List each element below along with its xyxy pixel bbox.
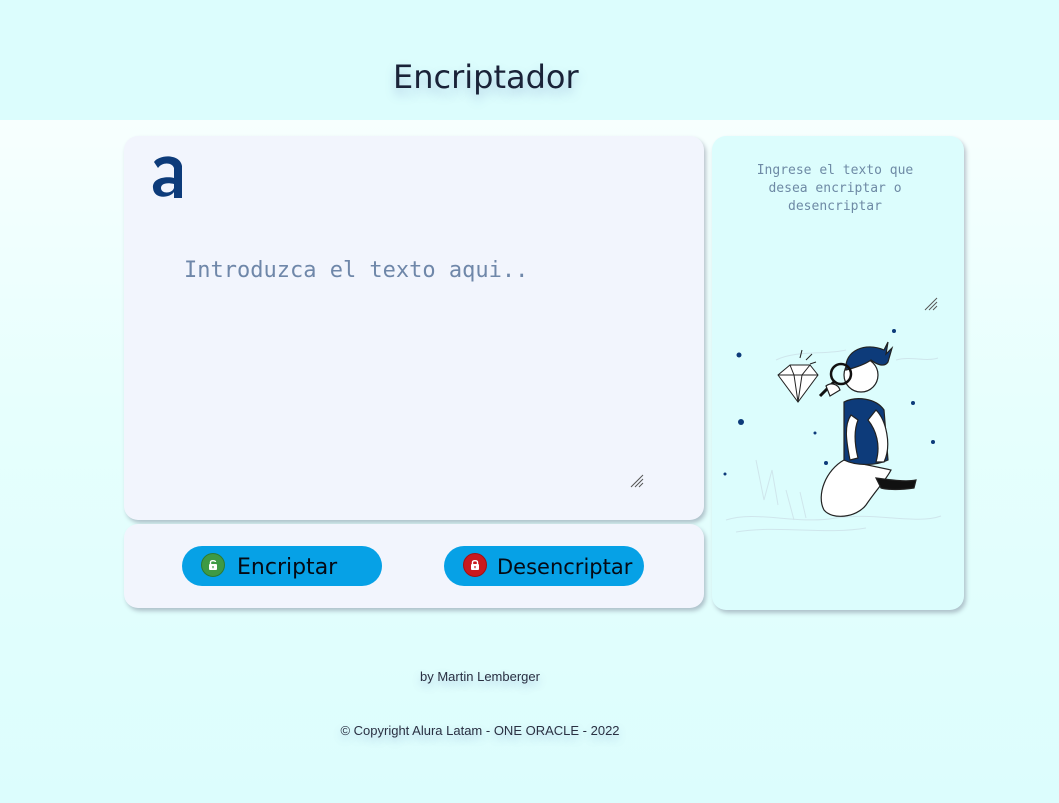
locked-padlock-icon (463, 553, 487, 577)
output-resize-handle-icon[interactable] (924, 297, 938, 311)
person-inspecting-diamond-illustration (723, 329, 942, 533)
alura-logo-icon (152, 156, 182, 198)
footer-copyright: © Copyright Alura Latam - ONE ORACLE - 2… (340, 723, 620, 738)
resize-handle-icon[interactable] (630, 474, 644, 488)
unlocked-padlock-icon (201, 553, 225, 577)
decrypt-button[interactable]: Desencriptar (444, 546, 644, 586)
encrypt-button-label: Encriptar (237, 554, 338, 580)
page-title: Encriptador (393, 58, 579, 96)
output-placeholder-text: Ingrese el texto que desea encriptar o d… (756, 163, 914, 214)
footer-author: by Martin Lemberger (420, 669, 540, 684)
decrypt-button-label: Desencriptar (497, 555, 633, 579)
encrypt-button[interactable]: Encriptar (182, 546, 382, 586)
message-input[interactable] (180, 254, 648, 490)
